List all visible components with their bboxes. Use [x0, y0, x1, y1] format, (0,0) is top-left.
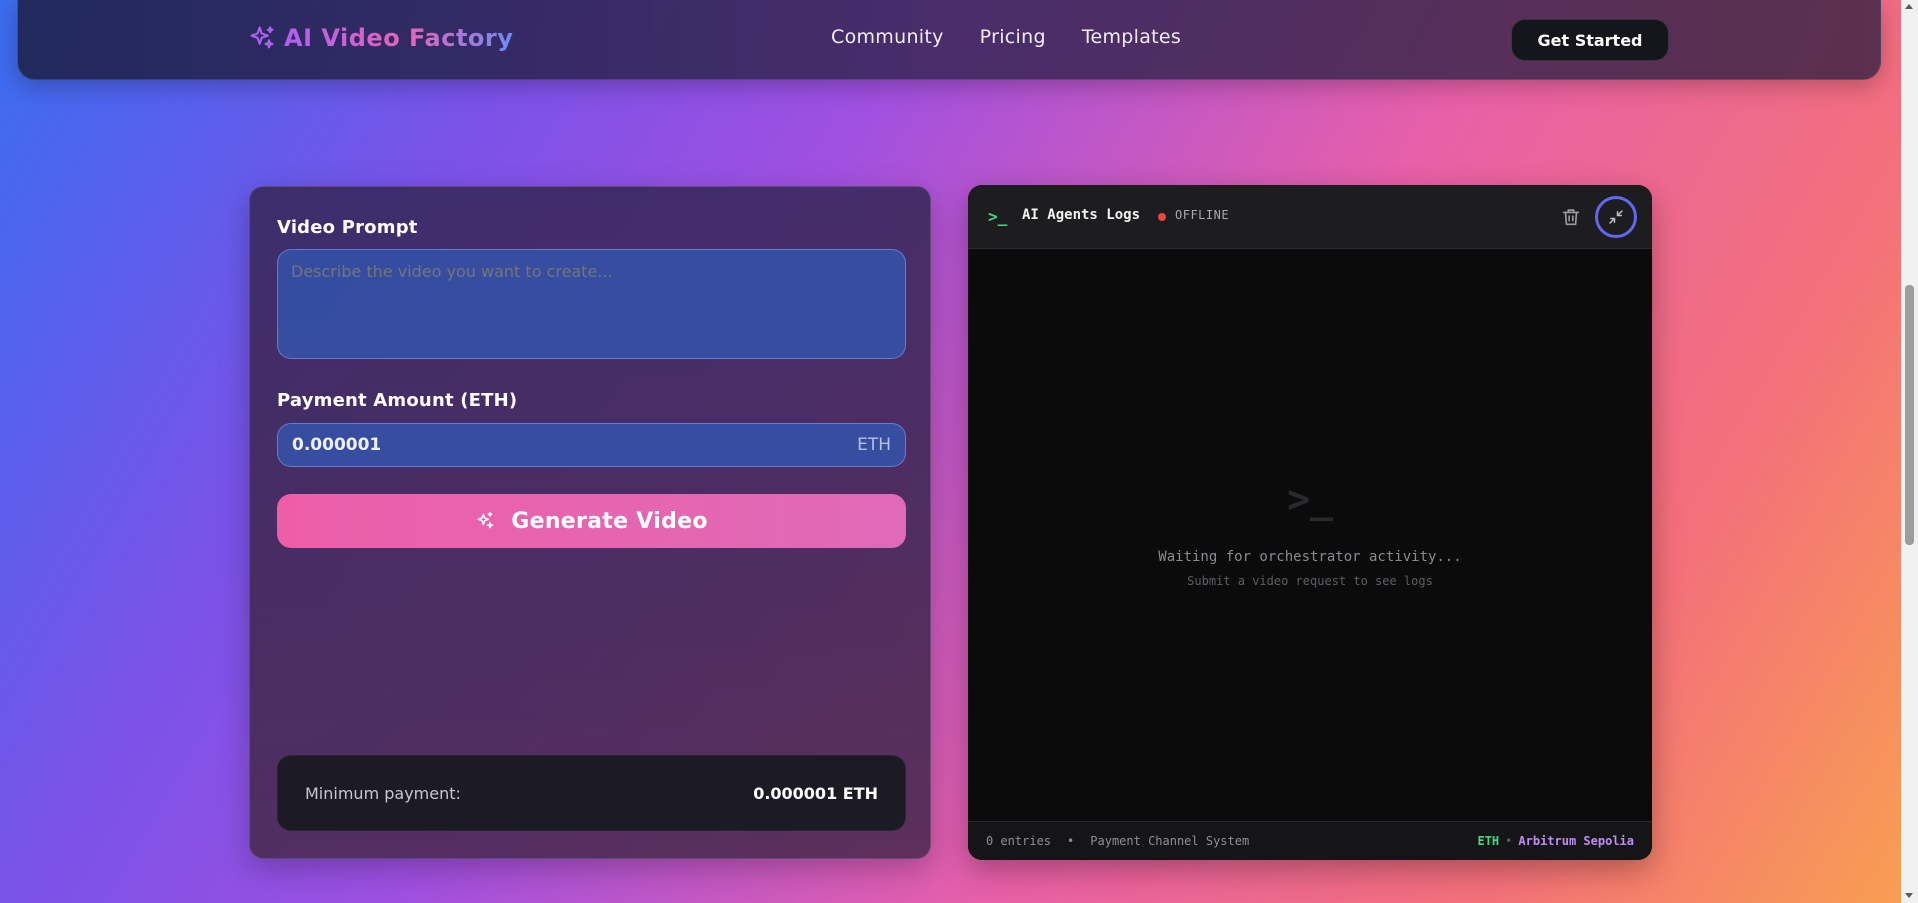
minimum-payment-box: Minimum payment: 0.000001 ETH [277, 755, 906, 831]
network-label: Arbitrum Sepolia [1518, 834, 1634, 848]
system-name: Payment Channel System [1090, 834, 1250, 848]
minimize-icon [1609, 210, 1623, 224]
video-form-card: Video Prompt Payment Amount (ETH) 0.0000… [249, 186, 931, 859]
amount-input[interactable]: 0.000001 ETH [277, 423, 906, 467]
brand-name: AI Video Factory [284, 24, 514, 52]
prompt-input[interactable] [277, 249, 906, 359]
scroll-thumb[interactable] [1905, 285, 1914, 545]
trash-icon[interactable] [1560, 206, 1582, 228]
minimize-button[interactable] [1595, 196, 1637, 238]
logs-header: >_ AI Agents Logs OFFLINE [968, 185, 1652, 249]
agent-logs-panel: >_ AI Agents Logs OFFLINE >_ Waiting for… [968, 185, 1652, 860]
logs-title: AI Agents Logs [1022, 207, 1141, 223]
minimum-payment-value: 0.000001 ETH [753, 783, 878, 803]
waiting-hint: Submit a video request to see logs [1187, 574, 1433, 588]
top-nav-bar: AI Video Factory Community Pricing Templ… [17, 0, 1881, 80]
entries-count: 0 entries [986, 834, 1052, 848]
logs-footer: 0 entries • Payment Channel System ETH • Arb… [968, 821, 1652, 860]
footer-separator: • [1067, 834, 1075, 848]
status-badge: OFFLINE [1175, 208, 1230, 222]
waiting-message: Waiting for orchestrator activity... [1158, 549, 1462, 565]
amount-unit: ETH [857, 435, 891, 455]
brand-logo-link[interactable]: AI Video Factory [248, 24, 513, 52]
nav-link-templates[interactable]: Templates [1082, 26, 1181, 48]
status-dot [1158, 213, 1166, 221]
amount-label: Payment Amount (ETH) [277, 390, 518, 411]
amount-value: 0.000001 [292, 435, 382, 455]
main-nav: Community Pricing Templates [831, 26, 1181, 48]
empty-terminal-icon: >_ [1287, 477, 1333, 521]
sparkles-icon [477, 511, 494, 529]
footer-bullet: • [1505, 834, 1513, 848]
minimum-payment-label: Minimum payment: [305, 783, 461, 803]
nav-link-pricing[interactable]: Pricing [980, 26, 1046, 48]
currency-label: ETH [1477, 834, 1500, 848]
terminal-icon: >_ [988, 207, 1008, 226]
logs-footer-left: 0 entries • Payment Channel System [986, 834, 1249, 848]
page-scrollbar[interactable] [1901, 0, 1918, 903]
nav-link-community[interactable]: Community [831, 26, 944, 48]
scroll-down-icon[interactable] [1905, 893, 1913, 898]
logs-footer-right: ETH • Arbitrum Sepolia [1477, 834, 1634, 848]
sparkles-icon [250, 26, 274, 49]
generate-video-button[interactable]: Generate Video [277, 494, 906, 548]
get-started-button[interactable]: Get Started [1511, 19, 1669, 61]
generate-video-label: Generate Video [511, 508, 708, 534]
prompt-label: Video Prompt [277, 217, 418, 238]
scroll-up-icon[interactable] [1905, 4, 1913, 9]
